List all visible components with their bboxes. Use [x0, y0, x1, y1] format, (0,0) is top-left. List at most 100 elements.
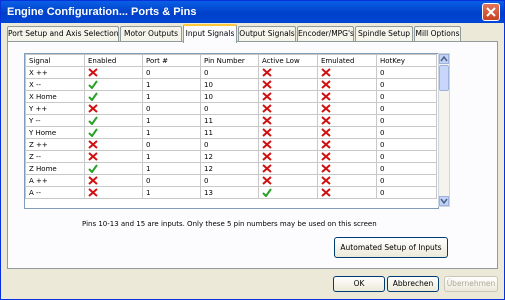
pin-cell[interactable]: 0 — [200, 66, 259, 79]
cross-icon[interactable] — [262, 140, 272, 149]
table-row[interactable]: Y ++ 0 0 0 — [25, 102, 437, 115]
table-row[interactable]: X -- 1 10 0 — [25, 78, 437, 91]
cross-icon[interactable] — [321, 116, 331, 125]
hotkey-cell[interactable]: 0 — [376, 186, 437, 199]
signal-cell[interactable]: Z -- — [25, 150, 85, 163]
signal-cell[interactable]: X ++ — [25, 66, 85, 79]
cross-icon[interactable] — [321, 68, 331, 77]
enabled-cell[interactable] — [84, 102, 143, 115]
pin-cell[interactable]: 12 — [200, 150, 259, 163]
cross-icon[interactable] — [321, 152, 331, 161]
signal-cell[interactable]: Y -- — [25, 114, 85, 127]
pin-cell[interactable]: 12 — [200, 162, 259, 175]
cross-icon[interactable] — [321, 104, 331, 113]
check-icon[interactable] — [88, 164, 98, 173]
signal-cell[interactable]: Z Home — [25, 162, 85, 175]
cross-icon[interactable] — [88, 152, 98, 161]
active-low-cell[interactable] — [258, 90, 318, 103]
cross-icon[interactable] — [88, 104, 98, 113]
tab-input-signals[interactable]: Input Signals — [183, 24, 237, 43]
active-low-cell[interactable] — [258, 102, 318, 115]
active-low-cell[interactable] — [258, 162, 318, 175]
active-low-cell[interactable] — [258, 126, 318, 139]
emulated-cell[interactable] — [317, 186, 377, 199]
pin-cell[interactable]: 11 — [200, 126, 259, 139]
check-icon[interactable] — [88, 92, 98, 101]
hotkey-cell[interactable]: 0 — [376, 126, 437, 139]
cross-icon[interactable] — [262, 104, 272, 113]
port-cell[interactable]: 1 — [142, 186, 201, 199]
active-low-cell[interactable] — [258, 138, 318, 151]
table-row[interactable]: A -- 1 13 0 — [25, 186, 437, 199]
hotkey-cell[interactable]: 0 — [376, 174, 437, 187]
close-button[interactable] — [482, 3, 500, 21]
hotkey-cell[interactable]: 0 — [376, 114, 437, 127]
table-row[interactable]: A ++ 0 0 0 — [25, 174, 437, 187]
check-icon[interactable] — [88, 80, 98, 89]
emulated-cell[interactable] — [317, 138, 377, 151]
scroll-up-button[interactable] — [439, 54, 449, 64]
scroll-down-button[interactable] — [439, 196, 449, 206]
table-row[interactable]: Z -- 1 12 0 — [25, 150, 437, 163]
hotkey-cell[interactable]: 0 — [376, 102, 437, 115]
active-low-cell[interactable] — [258, 78, 318, 91]
port-cell[interactable]: 0 — [142, 138, 201, 151]
port-cell[interactable]: 1 — [142, 78, 201, 91]
port-cell[interactable]: 0 — [142, 174, 201, 187]
tab-motor-outputs[interactable]: Motor Outputs — [120, 26, 182, 41]
signal-cell[interactable]: Y Home — [25, 126, 85, 139]
ok-button[interactable]: OK — [333, 276, 385, 292]
check-icon[interactable] — [88, 128, 98, 137]
cross-icon[interactable] — [321, 176, 331, 185]
tab-mill-options[interactable]: Mill Options — [414, 26, 461, 41]
emulated-cell[interactable] — [317, 174, 377, 187]
signal-cell[interactable]: Z ++ — [25, 138, 85, 151]
port-cell[interactable]: 1 — [142, 162, 201, 175]
enabled-cell[interactable] — [84, 174, 143, 187]
cross-icon[interactable] — [321, 80, 331, 89]
active-low-cell[interactable] — [258, 66, 318, 79]
active-low-cell[interactable] — [258, 174, 318, 187]
port-cell[interactable]: 1 — [142, 114, 201, 127]
emulated-cell[interactable] — [317, 150, 377, 163]
scroll-thumb[interactable] — [439, 65, 449, 91]
pin-cell[interactable]: 10 — [200, 78, 259, 91]
port-cell[interactable]: 1 — [142, 90, 201, 103]
check-icon[interactable] — [262, 188, 272, 197]
cross-icon[interactable] — [88, 188, 98, 197]
hotkey-cell[interactable]: 0 — [376, 90, 437, 103]
table-row[interactable]: Z Home 1 12 0 — [25, 162, 437, 175]
enabled-cell[interactable] — [84, 150, 143, 163]
cross-icon[interactable] — [262, 164, 272, 173]
cross-icon[interactable] — [262, 152, 272, 161]
table-row[interactable]: Y Home 1 11 0 — [25, 126, 437, 139]
signal-cell[interactable]: A ++ — [25, 174, 85, 187]
port-cell[interactable]: 1 — [142, 150, 201, 163]
hotkey-cell[interactable]: 0 — [376, 162, 437, 175]
apply-button[interactable]: Übernehmen — [444, 276, 498, 292]
enabled-cell[interactable] — [84, 90, 143, 103]
cross-icon[interactable] — [321, 140, 331, 149]
hotkey-cell[interactable]: 0 — [376, 66, 437, 79]
enabled-cell[interactable] — [84, 78, 143, 91]
cross-icon[interactable] — [262, 128, 272, 137]
port-cell[interactable]: 0 — [142, 102, 201, 115]
cross-icon[interactable] — [262, 116, 272, 125]
table-row[interactable]: X ++ 0 0 0 — [25, 66, 437, 79]
emulated-cell[interactable] — [317, 78, 377, 91]
active-low-cell[interactable] — [258, 114, 318, 127]
active-low-cell[interactable] — [258, 150, 318, 163]
enabled-cell[interactable] — [84, 126, 143, 139]
signal-cell[interactable]: Y ++ — [25, 102, 85, 115]
tab-port-setup[interactable]: Port Setup and Axis Selection — [7, 26, 119, 41]
pin-cell[interactable]: 10 — [200, 90, 259, 103]
signal-cell[interactable]: X Home — [25, 90, 85, 103]
port-cell[interactable]: 1 — [142, 126, 201, 139]
emulated-cell[interactable] — [317, 102, 377, 115]
port-cell[interactable]: 0 — [142, 66, 201, 79]
enabled-cell[interactable] — [84, 114, 143, 127]
cross-icon[interactable] — [321, 188, 331, 197]
emulated-cell[interactable] — [317, 126, 377, 139]
signal-cell[interactable]: A -- — [25, 186, 85, 199]
cross-icon[interactable] — [321, 128, 331, 137]
